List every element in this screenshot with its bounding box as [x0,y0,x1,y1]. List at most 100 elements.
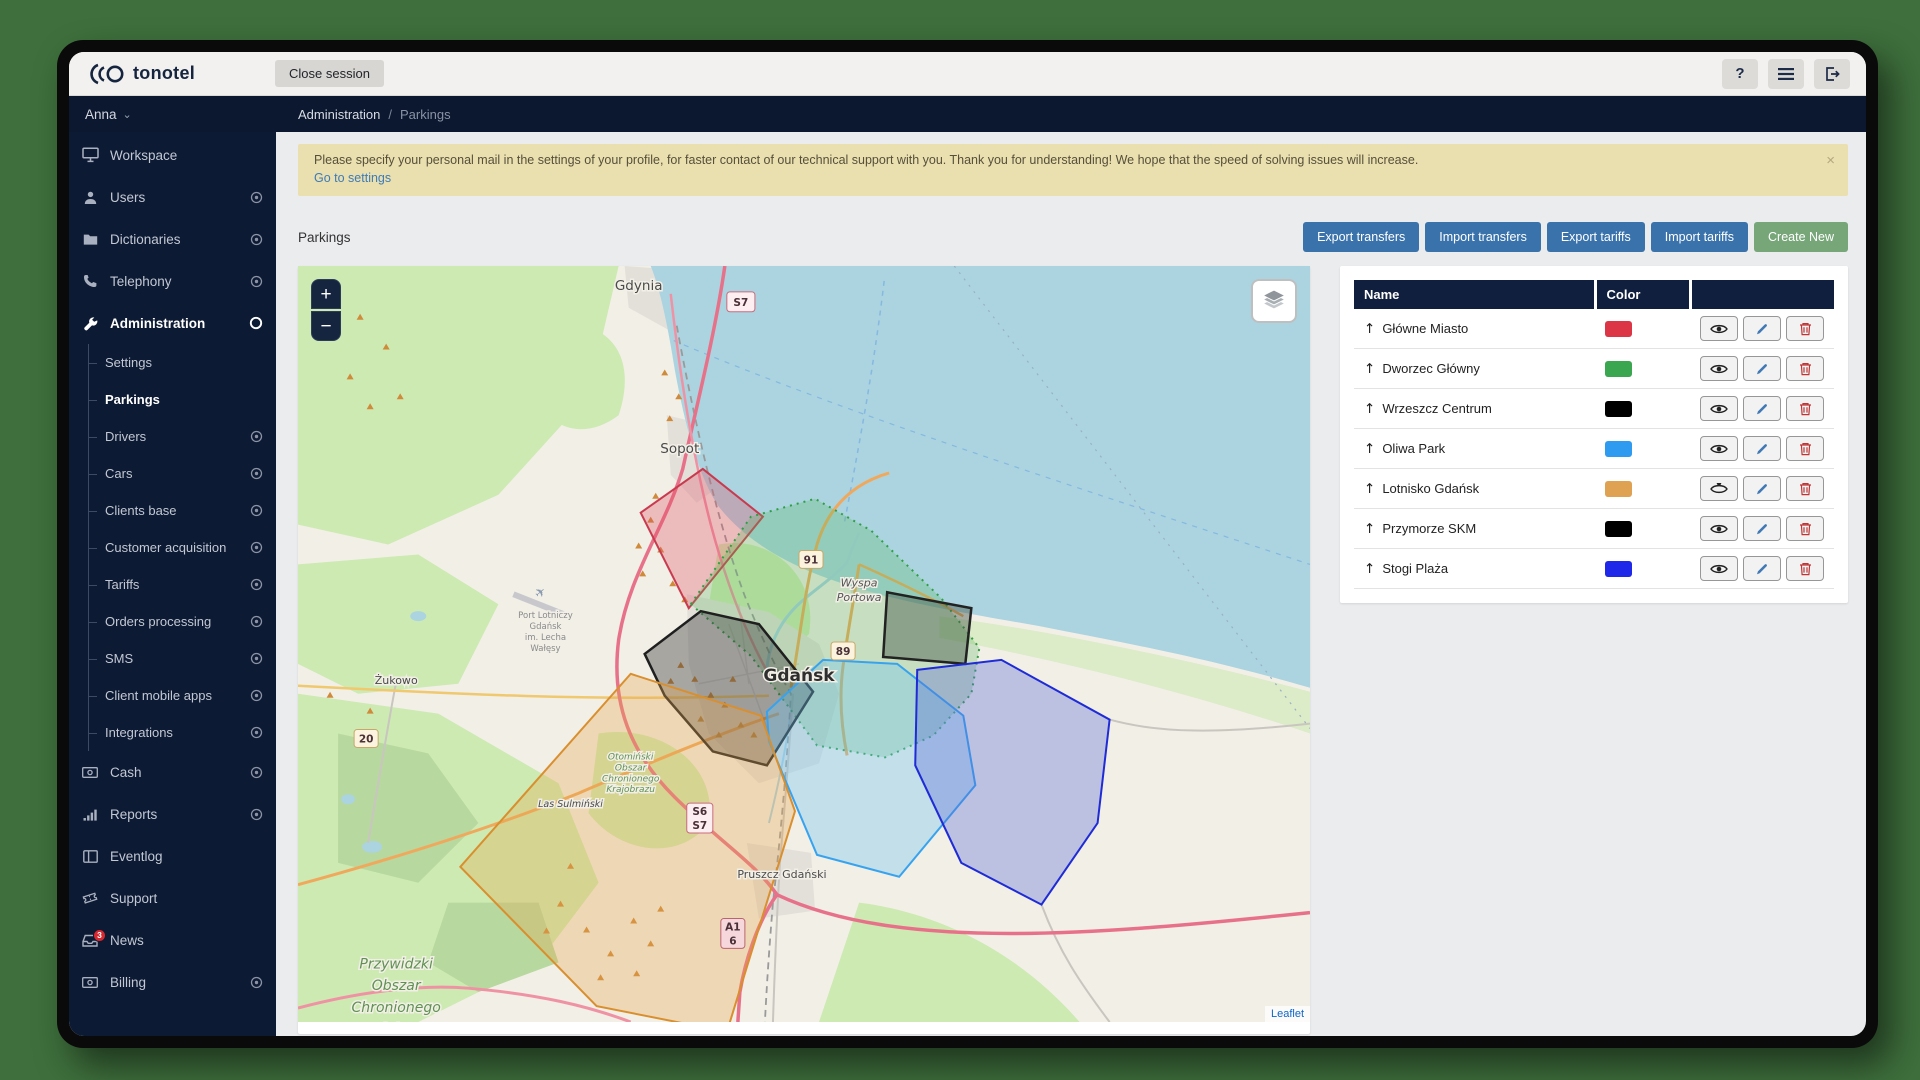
logout-button[interactable] [1814,59,1850,89]
zoom-in-button[interactable]: + [311,279,341,309]
expand-circle-icon[interactable] [250,808,263,821]
sidebar-item-settings[interactable]: Settings [89,344,276,381]
sidebar-item-customer-acquisition[interactable]: Customer acquisition [89,529,276,566]
export-transfers-button[interactable]: Export transfers [1303,222,1419,252]
expand-circle-icon[interactable] [250,191,263,204]
export-tariffs-button[interactable]: Export tariffs [1547,222,1645,252]
sidebar-item-users[interactable]: Users [69,176,276,218]
go-to-settings-link[interactable]: Go to settings [314,171,391,185]
expand-circle-icon[interactable] [250,233,263,246]
edit-button[interactable] [1743,436,1781,461]
edit-button[interactable] [1743,316,1781,341]
import-transfers-button[interactable]: Import transfers [1425,222,1541,252]
sidebar-item-cash[interactable]: Cash [69,751,276,793]
sidebar-item-sms[interactable]: SMS [89,640,276,677]
delete-button[interactable] [1786,396,1824,421]
sidebar-item-billing[interactable]: Billing [69,961,276,1003]
menu-button[interactable] [1768,59,1804,89]
pencil-icon [1755,362,1769,376]
sidebar-item-orders-processing[interactable]: Orders processing [89,603,276,640]
sidebar-item-workspace[interactable]: Workspace [69,134,276,176]
view-button[interactable] [1700,516,1738,541]
delete-button[interactable] [1786,356,1824,381]
expand-circle-icon[interactable] [250,541,263,554]
sidebar-item-parkings[interactable]: Parkings [89,381,276,418]
move-up-icon[interactable]: ↑ [1364,561,1375,577]
edit-button[interactable] [1743,396,1781,421]
delete-button[interactable] [1786,476,1824,501]
color-swatch [1605,321,1632,337]
sidebar-item-administration[interactable]: Administration [69,302,276,344]
leaflet-attribution[interactable]: Leaflet [1265,1006,1310,1022]
breadcrumb-administration[interactable]: Administration [298,107,380,122]
expand-circle-icon[interactable] [250,615,263,628]
expand-circle-icon[interactable] [250,976,263,989]
edit-button[interactable] [1743,476,1781,501]
view-button[interactable] [1700,316,1738,341]
expand-circle-icon[interactable] [250,430,263,443]
user-menu[interactable]: Anna ⌄ [69,96,276,132]
expand-circle-icon[interactable] [250,467,263,480]
sidebar-item-drivers[interactable]: Drivers [89,418,276,455]
sidebar-item-integrations[interactable]: Integrations [89,714,276,751]
delete-button[interactable] [1786,556,1824,581]
edit-button[interactable] [1743,516,1781,541]
expand-circle-icon[interactable] [250,726,263,739]
help-button[interactable]: ? [1722,59,1758,89]
folder-icon [81,233,99,246]
svg-text:Obszar: Obszar [372,978,422,994]
collapse-circle-icon[interactable] [249,316,263,330]
user-name: Anna [85,107,117,122]
expand-circle-icon[interactable] [250,578,263,591]
edit-button[interactable] [1743,356,1781,381]
view-button[interactable] [1700,356,1738,381]
move-up-icon[interactable]: ↑ [1364,361,1375,377]
ticket-icon [81,891,99,905]
view-button[interactable] [1700,436,1738,461]
view-button[interactable] [1700,556,1738,581]
sidebar-item-eventlog[interactable]: Eventlog [69,835,276,877]
sidebar-item-tariffs[interactable]: Tariffs [89,566,276,603]
delete-button[interactable] [1786,516,1824,541]
view-button[interactable] [1700,476,1738,501]
expand-circle-icon[interactable] [250,504,263,517]
close-icon[interactable]: × [1826,152,1835,169]
eye-icon [1710,363,1728,375]
sidebar-item-dictionaries[interactable]: Dictionaries [69,218,276,260]
svg-text:Wałęsy: Wałęsy [530,643,560,653]
move-up-icon[interactable]: ↑ [1364,441,1375,457]
svg-text:S7: S7 [733,297,748,309]
move-up-icon[interactable]: ↑ [1364,401,1375,417]
view-button[interactable] [1700,396,1738,421]
sidebar-item-reports[interactable]: Reports [69,793,276,835]
move-up-icon[interactable]: ↑ [1364,481,1375,497]
sidebar-item-support[interactable]: Support [69,877,276,919]
import-tariffs-button[interactable]: Import tariffs [1651,222,1748,252]
create-new-button[interactable]: Create New [1754,222,1848,252]
svg-text:91: 91 [804,554,819,566]
delete-button[interactable] [1786,436,1824,461]
map-canvas[interactable]: ✈ [298,266,1310,1022]
expand-circle-icon[interactable] [250,689,263,702]
sidebar-item-cars[interactable]: Cars [89,455,276,492]
move-up-icon[interactable]: ↑ [1364,321,1375,337]
svg-text:im. Lecha: im. Lecha [525,632,566,642]
close-session-button[interactable]: Close session [275,60,384,87]
svg-text:Chronionego: Chronionego [602,774,660,784]
expand-circle-icon[interactable] [250,652,263,665]
sidebar-item-client-mobile-apps[interactable]: Client mobile apps [89,677,276,714]
expand-circle-icon[interactable] [250,766,263,779]
trash-icon [1799,362,1812,376]
sidebar-item-telephony[interactable]: Telephony [69,260,276,302]
layers-button[interactable] [1251,279,1297,323]
edit-button[interactable] [1743,556,1781,581]
zoom-out-button[interactable]: − [311,311,341,341]
sidebar-item-clients-base[interactable]: Clients base [89,492,276,529]
map-label-pruszcz: Pruszcz Gdański [737,868,826,881]
delete-button[interactable] [1786,316,1824,341]
column-header-name: Name [1354,280,1595,309]
move-up-icon[interactable]: ↑ [1364,521,1375,537]
road-shield-s7: S7 [727,292,755,312]
expand-circle-icon[interactable] [250,275,263,288]
sidebar-item-news[interactable]: 3 News [69,919,276,961]
